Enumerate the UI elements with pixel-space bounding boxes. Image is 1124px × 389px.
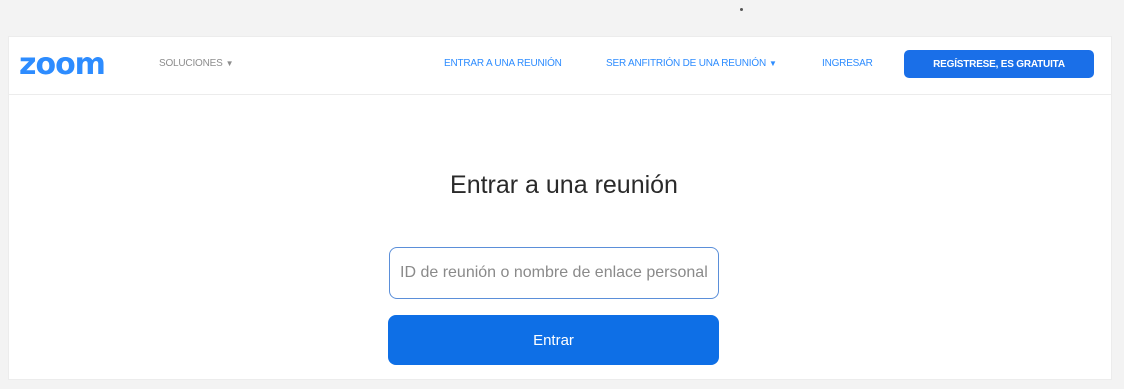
top-strip xyxy=(0,0,1124,36)
page-background: zoom SOLUCIONES ▼ ENTRAR A UNA REUNIÓN SE… xyxy=(0,0,1124,389)
chevron-down-icon: ▼ xyxy=(768,59,777,68)
chevron-down-icon: ▼ xyxy=(225,59,234,68)
signup-button[interactable]: REGÍSTRESE, ES GRATUITA xyxy=(904,50,1094,78)
host-meeting-menu[interactable]: SER ANFITRIÓN DE UNA REUNIÓN ▼ xyxy=(606,58,777,69)
zoom-join-page: zoom SOLUCIONES ▼ ENTRAR A UNA REUNIÓN SE… xyxy=(8,36,1112,380)
join-meeting-link[interactable]: ENTRAR A UNA REUNIÓN xyxy=(444,58,562,69)
signin-link[interactable]: INGRESAR xyxy=(822,58,873,69)
solutions-menu[interactable]: SOLUCIONES ▼ xyxy=(159,58,233,69)
join-button[interactable]: Entrar xyxy=(388,315,719,365)
host-meeting-label: SER ANFITRIÓN DE UNA REUNIÓN xyxy=(606,58,766,69)
zoom-logo[interactable]: zoom xyxy=(19,47,106,82)
meeting-id-input[interactable] xyxy=(389,247,719,299)
top-navbar: zoom SOLUCIONES ▼ ENTRAR A UNA REUNIÓN SE… xyxy=(9,37,1111,95)
cursor-dot xyxy=(740,8,743,11)
solutions-label: SOLUCIONES xyxy=(159,58,223,69)
page-title: Entrar a una reunión xyxy=(450,171,678,199)
